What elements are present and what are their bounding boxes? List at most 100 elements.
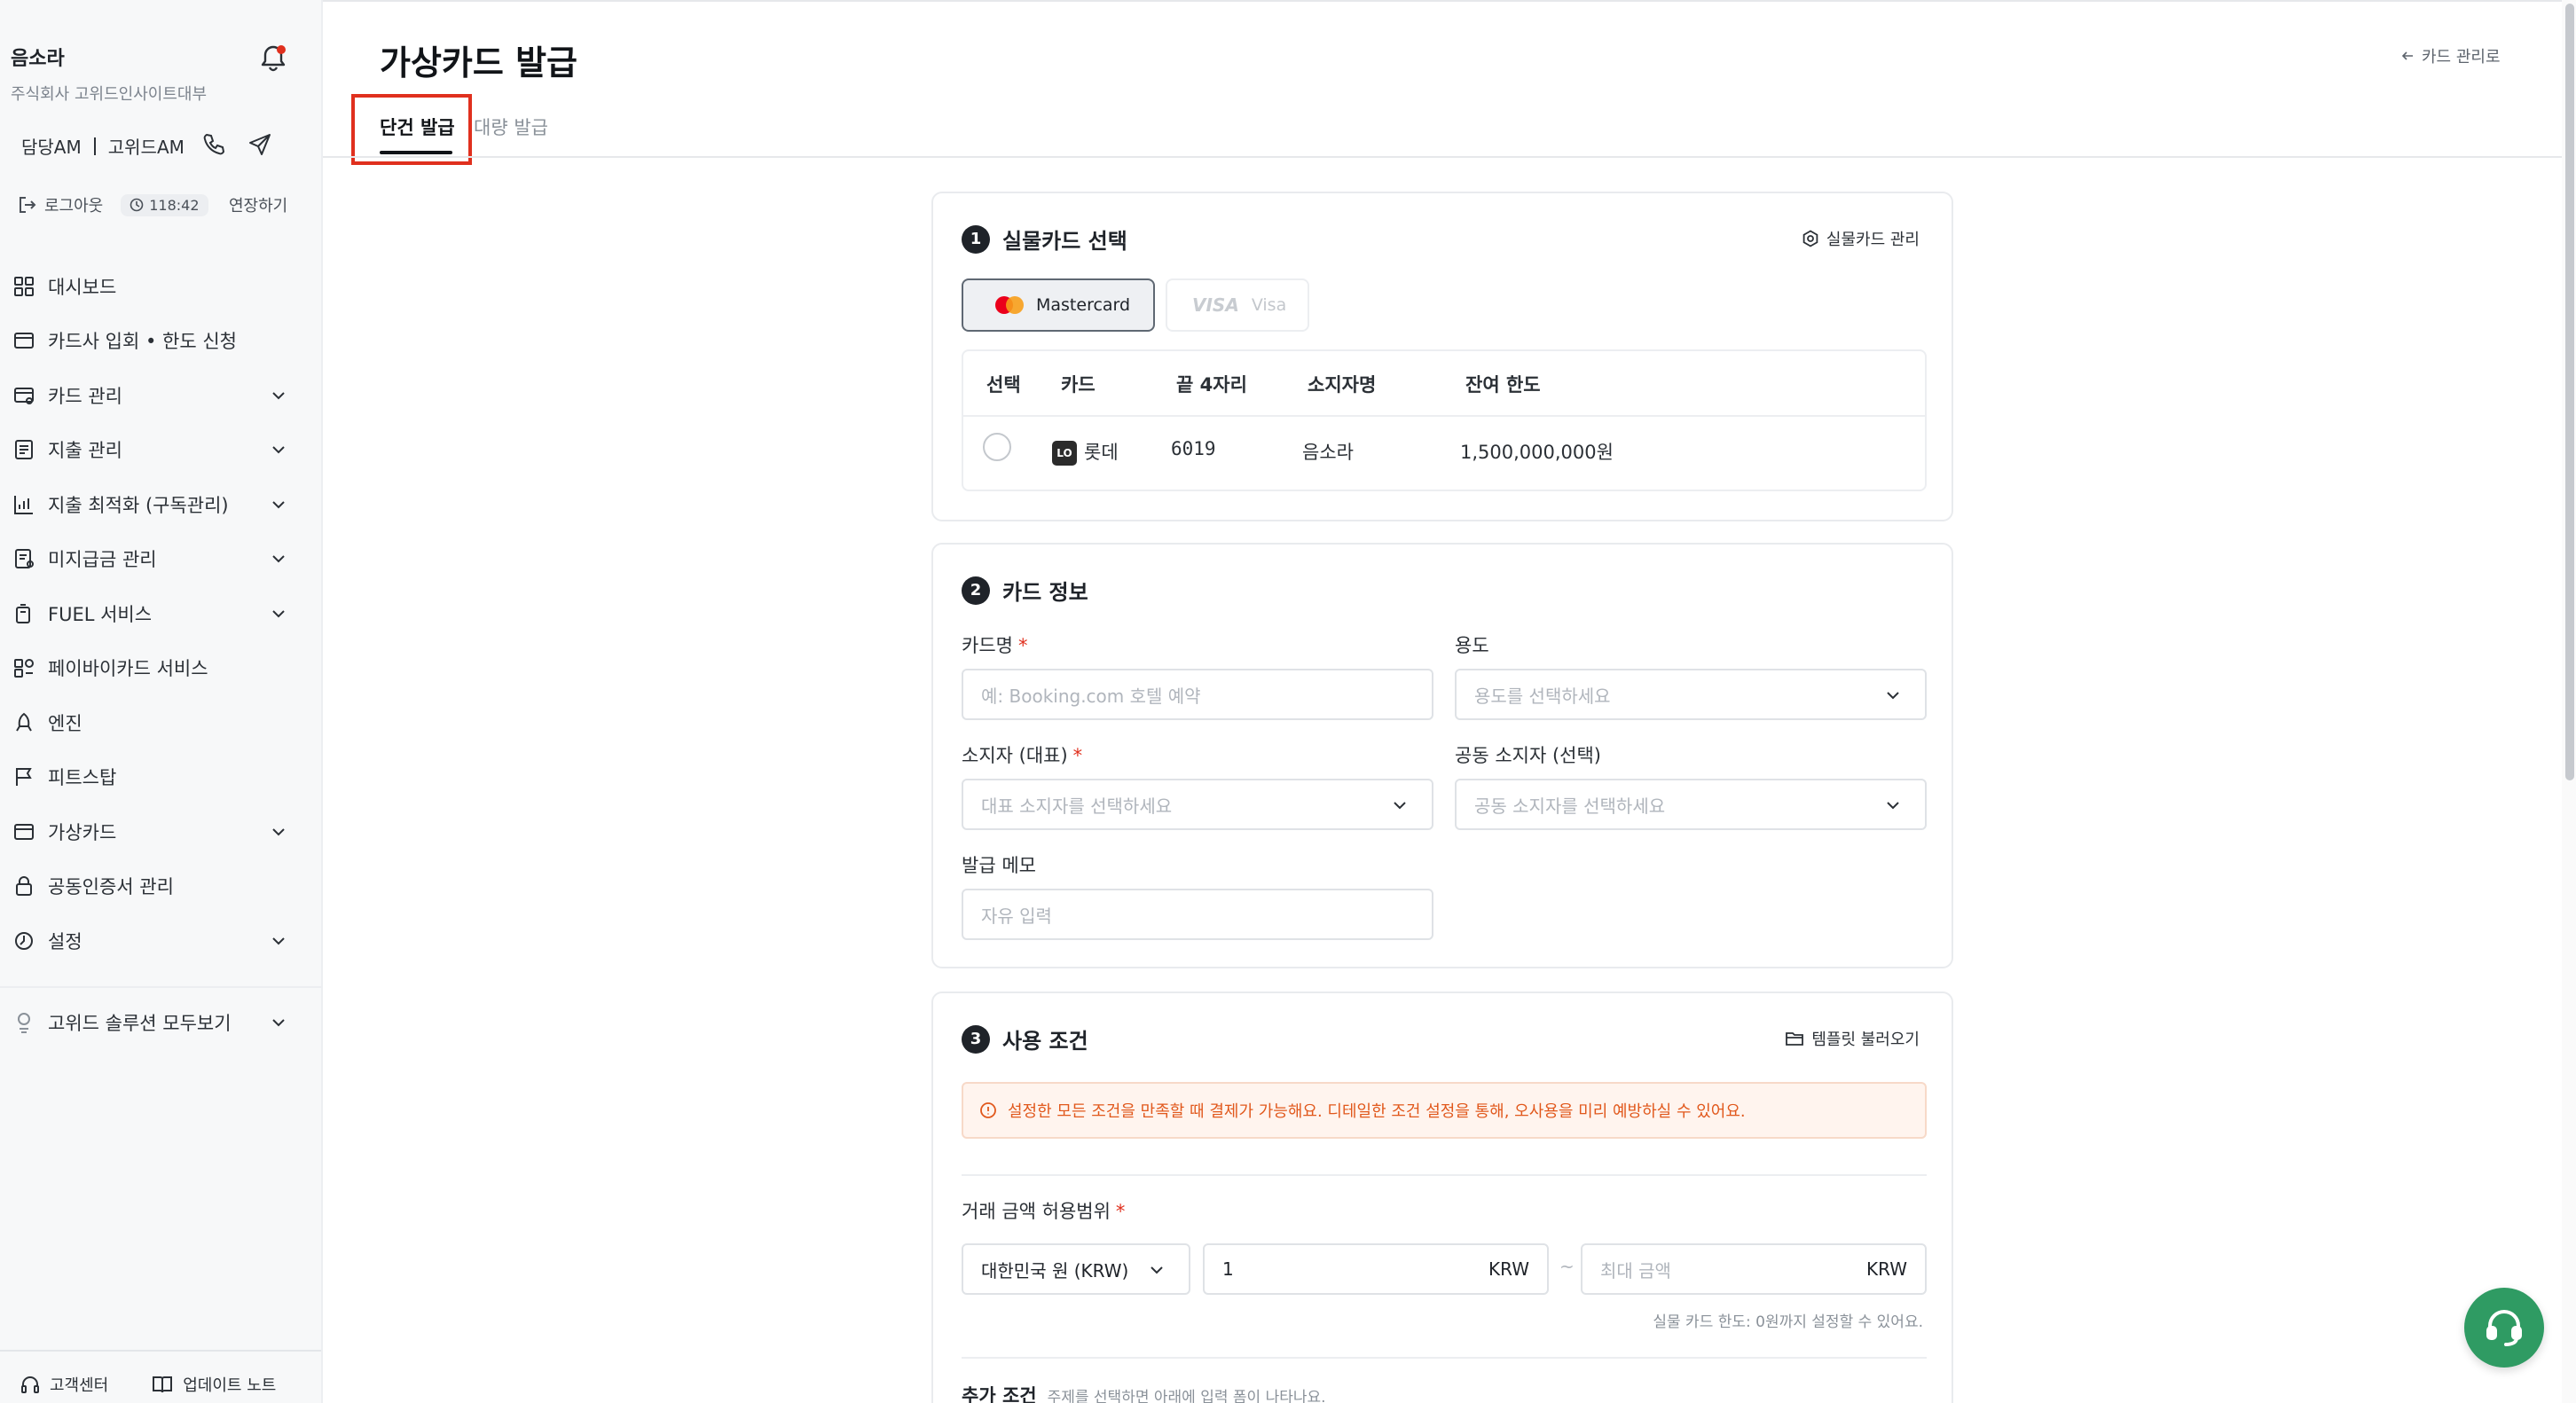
card-info-section: 2 카드 정보 카드명 * 예: Booking.com 호텔 예약 용도 용도를… [931,543,1953,968]
range-separator: ~ [1559,1256,1575,1277]
logout-button[interactable]: 로그아웃 118:42 [18,193,208,216]
physical-card-section: 1 실물카드 선택 실물카드 관리 Mastercard VISA Visa 선… [931,192,1953,521]
sidebar-item-label: 설정 [48,930,82,952]
back-link-label: 카드 관리로 [2422,48,2501,67]
card-select-radio[interactable] [983,433,1011,461]
brand-label: Mastercard [1036,295,1131,315]
sidebar-item-label: 지출 관리 [48,440,122,462]
min-amount-unit: KRW [1488,1258,1529,1280]
lock-icon [16,876,32,897]
session-timer: 118:42 [121,193,208,216]
scrollbar-thumb[interactable] [2565,4,2574,780]
currency-select[interactable]: 대한민국 원 (KRW) [962,1243,1190,1295]
column-header: 끝 4자리 [1176,374,1247,396]
brand-label: Visa [1251,295,1287,315]
back-to-card-management-link[interactable]: 카드 관리로 [2400,44,2501,67]
sidebar-item-card-apply[interactable]: 카드사 입회 • 한도 신청 [0,314,321,369]
sidebar-item-settings[interactable]: 설정 [0,913,321,968]
brand-mastercard-button[interactable]: Mastercard [962,278,1155,332]
divider [962,1174,1927,1176]
send-icon[interactable] [247,131,273,158]
currency-value: 대한민국 원 (KRW) [981,1259,1129,1282]
table-header: 선택 카드 끝 4자리 소지자명 잔여 한도 [963,351,1925,417]
sidebar-item-paybycard[interactable]: 페이바이카드 서비스 [0,641,321,696]
purpose-placeholder: 용도를 선택하세요 [1474,685,1611,707]
purpose-select[interactable]: 용도를 선택하세요 [1455,669,1927,720]
chart-icon [14,495,33,514]
usage-condition-section: 3 사용 조건 템플릿 불러오기 설정한 모든 조건을 만족할 때 결제가 가능… [931,992,1953,1403]
column-header: 카드 [1061,374,1096,396]
step-number: 1 [962,224,990,254]
chat-support-button[interactable] [2464,1288,2544,1368]
step-number: 3 [962,1024,990,1054]
column-header: 잔여 한도 [1465,374,1541,396]
bell-icon[interactable] [257,43,289,74]
phone-icon[interactable] [200,131,227,158]
card-last4: 6019 [1171,438,1216,459]
sidebar-item-label: 대시보드 [48,276,117,298]
limit-hint: 실물 카드 한도: 0원까지 설정할 수 있어요. [1653,1313,1923,1331]
chevron-down-icon [272,610,285,618]
sidebar-item-label: 페이바이카드 서비스 [48,658,208,680]
coholder-select[interactable]: 공동 소지자를 선택하세요 [1455,779,1927,830]
card-name-input[interactable]: 예: Booking.com 호텔 예약 [962,669,1433,720]
chevron-down-icon [272,1019,285,1027]
headset-chat-icon [2486,1310,2522,1346]
section-title-text: 실물카드 선택 [1002,229,1127,254]
sidebar-item-payables[interactable]: 미지급금 관리 [0,532,321,587]
sidebar-item-label: 카드사 입회 • 한도 신청 [48,331,237,353]
sidebar-item-dashboard[interactable]: 대시보드 [0,259,321,314]
sidebar-item-pitstop[interactable]: 피트스탑 [0,750,321,805]
lotte-logo-icon: LO [1052,441,1077,466]
chevron-down-icon [1151,1266,1163,1274]
logout-icon [20,197,36,213]
tab-bulk-issue[interactable]: 대량 발급 [474,114,548,140]
chevron-down-icon [272,501,285,509]
purpose-label: 용도 [1455,635,1489,656]
clock-icon [130,198,144,212]
holder-select[interactable]: 대표 소지자를 선택하세요 [962,779,1433,830]
update-notes-button[interactable]: 업데이트 노트 [151,1373,276,1396]
sidebar-item-card-management[interactable]: 카드 관리 [0,368,321,423]
sidebar-item-certificate[interactable]: 공동인증서 관리 [0,859,321,914]
timer-value: 118:42 [149,196,200,214]
fuel-icon [16,603,30,623]
memo-input[interactable]: 자유 입력 [962,889,1433,940]
section-title: 1 실물카드 선택 [962,223,1127,255]
physical-card-table: 선택 카드 끝 4자리 소지자명 잔여 한도 LO 롯데 6019 음소라 1,5… [962,349,1927,491]
holder-label: 소지자 (대표) * [962,745,1083,766]
memo-label: 발급 메모 [962,855,1036,876]
notice-text: 설정한 모든 조건을 만족할 때 결제가 가능해요. 디테일한 조건 설정을 통… [1008,1102,1746,1121]
sidebar-item-virtual-card[interactable]: 가상카드 [0,804,321,859]
sidebar-item-label: FUEL 서비스 [48,603,153,625]
gear-icon [1802,230,1818,247]
sidebar-item-fuel[interactable]: FUEL 서비스 [0,586,321,641]
card-name-label: 카드명 * [962,635,1028,656]
book-icon [153,1376,173,1393]
max-amount-input[interactable]: 최대 금액 KRW [1581,1243,1927,1295]
solutions-menu[interactable]: 고위드 솔루션 모두보기 [0,995,321,1050]
sidebar-item-solutions[interactable]: 고위드 솔루션 모두보기 [0,995,321,1050]
load-template-button[interactable]: 템플릿 불러오기 [1785,1027,1920,1050]
sidebar-item-label: 지출 최적화 (구독관리) [48,494,229,516]
section-title-text: 카드 정보 [1002,580,1088,605]
sidebar-item-expense[interactable]: 지출 관리 [0,423,321,478]
sidebar-item-label: 고위드 솔루션 모두보기 [48,1012,232,1034]
brand-visa-button[interactable]: VISA Visa [1166,278,1309,332]
min-amount-input[interactable]: 1 KRW [1203,1243,1549,1295]
extend-session-button[interactable]: 연장하기 [229,193,287,216]
divider [962,1357,1927,1359]
mastercard-logo-icon [995,296,1024,314]
physical-card-manage-label: 실물카드 관리 [1826,231,1920,249]
account-manager: 담당AM 고위드AM [21,133,185,159]
company-name: 주식회사 고위드인사이트대부 [11,85,208,104]
card-issuer: 롯데 [1084,442,1119,463]
chevron-down-icon [1394,802,1406,810]
sidebar-item-engine[interactable]: 엔진 [0,695,321,750]
support-label: 고객센터 [50,1376,109,1395]
sidebar-item-optimization[interactable]: 지출 최적화 (구독관리) [0,477,321,532]
settings-icon [15,931,33,950]
support-button[interactable]: 고객센터 [20,1373,108,1396]
physical-card-manage-button[interactable]: 실물카드 관리 [1802,227,1920,250]
am-name: 고위드AM [107,137,185,158]
